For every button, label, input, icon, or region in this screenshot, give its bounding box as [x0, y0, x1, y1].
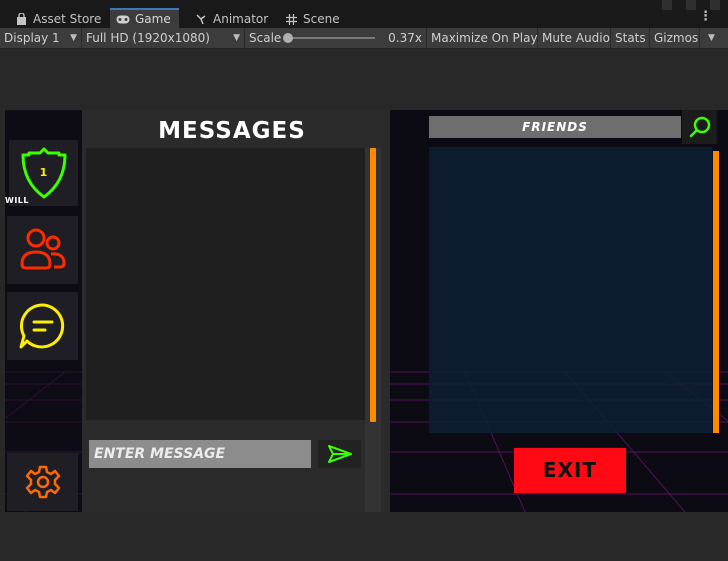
scale-slider-handle[interactable] — [283, 33, 294, 43]
tab-game[interactable]: Game — [110, 8, 179, 28]
send-button[interactable] — [318, 440, 361, 468]
resolution-value: Full HD (1920x1080) — [86, 31, 210, 45]
settings-button[interactable] — [7, 453, 78, 511]
scale-value: 0.37x — [388, 31, 422, 45]
tab-animator[interactable]: Animator — [188, 10, 276, 28]
friends-icon — [20, 228, 65, 270]
display-dropdown[interactable]: Display 1 ▼ — [0, 27, 82, 49]
messages-panel: MESSAGES ENTER MESSAGE — [82, 110, 390, 512]
messages-scrollbar[interactable] — [365, 148, 381, 512]
shopping-bag-icon — [14, 13, 28, 25]
chevron-down-icon: ▼ — [708, 33, 715, 43]
chevron-down-icon: ▼ — [70, 33, 77, 43]
chevron-down-icon: ▼ — [233, 33, 240, 43]
player-rank: 1 — [39, 166, 48, 179]
mute-label: Mute Audio — [542, 31, 610, 45]
gizmos-toggle[interactable]: Gizmos — [650, 27, 700, 49]
messages-button[interactable] — [7, 292, 78, 360]
exit-button[interactable]: EXIT — [514, 448, 626, 493]
window-control[interactable] — [662, 0, 672, 10]
side-nav: 1 WILL — [5, 110, 82, 512]
messages-list[interactable] — [86, 148, 366, 420]
scale-control: Scale 0.37x — [245, 27, 427, 49]
tab-scene[interactable]: Scene — [278, 10, 348, 28]
friends-scrollbar-thumb[interactable] — [713, 151, 719, 433]
gear-icon — [25, 465, 60, 499]
tab-label: Animator — [213, 12, 269, 26]
messages-scrollbar-thumb[interactable] — [370, 148, 376, 422]
stats-toggle[interactable]: Stats — [611, 27, 650, 49]
display-value: Display 1 — [4, 31, 60, 45]
gamepad-icon — [116, 13, 130, 25]
resolution-dropdown[interactable]: Full HD (1920x1080) ▼ — [82, 27, 245, 49]
search-icon — [689, 116, 710, 138]
tab-label: Game — [135, 12, 171, 26]
game-canvas: 1 WILL MESSAGES ENTER MESSAGE FRIENDS EX… — [5, 110, 728, 512]
friends-title: FRIENDS — [429, 116, 681, 138]
more-menu-icon[interactable]: ⋮ — [699, 9, 712, 24]
game-toolbar: Display 1 ▼ Full HD (1920x1080) ▼ Scale … — [0, 27, 728, 49]
tab-asset-store[interactable]: Asset Store — [8, 10, 109, 28]
scale-label: Scale — [249, 31, 282, 45]
chat-icon — [19, 303, 64, 349]
window-control[interactable] — [686, 0, 696, 10]
maximize-on-play-toggle[interactable]: Maximize On Play — [427, 27, 538, 49]
animator-icon — [194, 13, 208, 25]
scale-slider[interactable] — [283, 33, 376, 43]
friends-scrollbar[interactable] — [712, 151, 720, 433]
gizmos-dropdown[interactable]: ▼ — [700, 28, 728, 49]
friends-button[interactable] — [7, 216, 78, 284]
editor-tab-bar: Asset Store Game Animator Scene ⋮ — [0, 0, 728, 28]
mute-audio-toggle[interactable]: Mute Audio — [538, 27, 611, 49]
send-icon — [327, 445, 352, 463]
grid-icon — [284, 13, 298, 25]
player-name: WILL — [5, 196, 29, 205]
tab-label: Scene — [303, 12, 340, 26]
messages-title: MESSAGES — [158, 118, 306, 144]
stats-label: Stats — [615, 31, 646, 45]
tab-label: Asset Store — [33, 12, 102, 26]
friends-list[interactable] — [429, 147, 712, 433]
message-input[interactable]: ENTER MESSAGE — [89, 440, 311, 468]
friends-search-button[interactable] — [682, 110, 717, 144]
maximize-label: Maximize On Play — [431, 31, 538, 45]
message-input-placeholder: ENTER MESSAGE — [94, 446, 226, 462]
gizmos-label: Gizmos — [654, 31, 699, 45]
